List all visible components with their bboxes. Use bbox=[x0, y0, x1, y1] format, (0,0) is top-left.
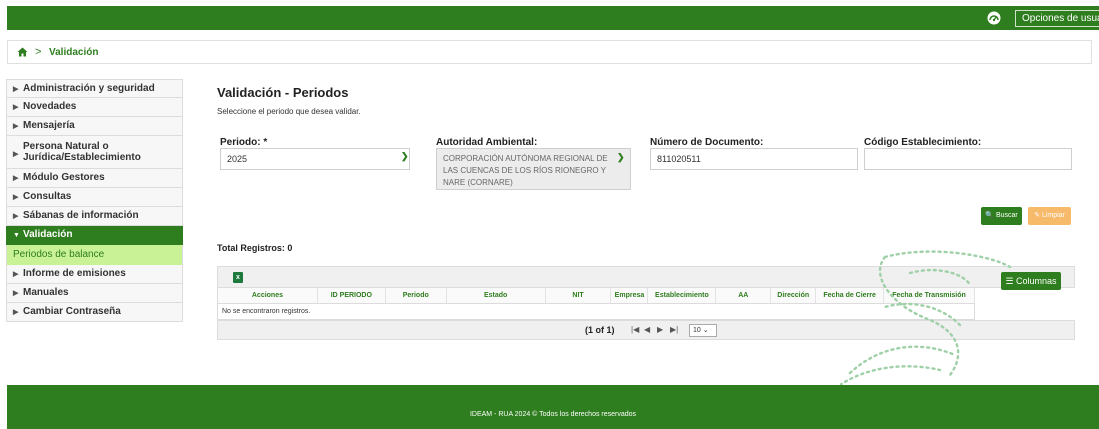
sidebar-item-novedades[interactable]: ▶ Novedades bbox=[6, 98, 183, 117]
page-subtitle: Seleccione el periodo que desea validar. bbox=[217, 107, 361, 116]
sidebar-item-label: Validación bbox=[23, 229, 73, 240]
rows-per-page-select[interactable]: 10 ⌄ bbox=[689, 324, 717, 337]
chevron-right-icon: ▶ bbox=[13, 104, 19, 111]
table-header: Acciones ID PERIODO Periodo Estado NIT E… bbox=[217, 288, 975, 304]
results-table: x Acciones ID PERIODO Periodo Estado NIT… bbox=[217, 266, 1075, 340]
sidebar-item-manuales[interactable]: ▶ Manuales bbox=[6, 284, 183, 303]
excel-export-icon[interactable]: x bbox=[233, 272, 243, 283]
sidebar-item-label: Informe de emisiones bbox=[23, 268, 126, 279]
limpiar-button[interactable]: ✎ Limpiar bbox=[1028, 207, 1071, 225]
sidebar-item-label: Manuales bbox=[23, 287, 69, 298]
sidebar-item-informe[interactable]: ▶ Informe de emisiones bbox=[6, 265, 183, 284]
table-toolbar: x bbox=[217, 266, 1075, 288]
breadcrumb-separator: > bbox=[35, 46, 42, 58]
user-options-button[interactable]: Opciones de usuario ⌄ bbox=[1015, 10, 1099, 27]
prev-page-icon[interactable]: ◀ bbox=[644, 325, 650, 334]
autoridad-select[interactable]: CORPORACIÓN AUTÓNOMA REGIONAL DE LAS CUE… bbox=[436, 148, 631, 190]
chevron-right-icon: ▶ bbox=[13, 213, 19, 220]
first-page-icon[interactable]: |◀ bbox=[631, 325, 639, 334]
chevron-right-icon: ▶ bbox=[13, 271, 19, 278]
sidebar-item-gestores[interactable]: ▶ Módulo Gestores bbox=[6, 169, 183, 188]
chevron-right-icon: ▶ bbox=[13, 194, 19, 201]
chevron-right-icon: ▶ bbox=[13, 123, 19, 130]
autoridad-value: CORPORACIÓN AUTÓNOMA REGIONAL DE LAS CUE… bbox=[443, 154, 608, 187]
chevron-right-icon: ▶ bbox=[13, 151, 19, 158]
col-fecha-cierre[interactable]: Fecha de Cierre bbox=[816, 288, 885, 303]
documento-value: 811020511 bbox=[657, 154, 701, 164]
search-icon: 🔍 bbox=[985, 212, 994, 219]
periodo-select[interactable]: 2025 bbox=[220, 148, 410, 170]
chevron-down-icon: ▼ bbox=[13, 232, 20, 239]
buscar-button[interactable]: 🔍 Buscar bbox=[981, 207, 1022, 225]
periodo-value: 2025 bbox=[227, 154, 248, 164]
sidebar-item-validacion[interactable]: ▼ Validación bbox=[6, 226, 183, 245]
periodo-label: Periodo: * bbox=[220, 137, 268, 148]
sidebar-item-label: Consultas bbox=[23, 191, 72, 202]
sidebar-item-label: Módulo Gestores bbox=[23, 172, 105, 183]
establecimiento-input[interactable] bbox=[864, 148, 1072, 170]
sidebar-item-administracion[interactable]: ▶ Administración y seguridad bbox=[6, 79, 183, 98]
gauge-icon[interactable] bbox=[987, 11, 1001, 25]
chevron-right-icon: ▶ bbox=[13, 290, 19, 297]
sidebar-item-mensajeria[interactable]: ▶ Mensajería bbox=[6, 117, 183, 136]
establecimiento-label: Código Establecimiento: bbox=[864, 137, 982, 148]
sidebar: ▶ Administración y seguridad ▶ Novedades ▶… bbox=[6, 79, 183, 322]
sidebar-item-label: Mensajería bbox=[23, 120, 75, 131]
last-page-icon[interactable]: ▶| bbox=[670, 325, 678, 334]
documento-label: Número de Documento: bbox=[650, 137, 764, 148]
breadcrumb: > Validación bbox=[7, 40, 1092, 64]
chevron-right-icon: ▶ bbox=[13, 309, 19, 316]
table-empty-row: No se encontraron registros. bbox=[217, 304, 975, 320]
autoridad-label: Autoridad Ambiental: bbox=[436, 137, 538, 148]
chevron-down-icon[interactable]: ❯ bbox=[401, 151, 409, 162]
sidebar-item-label: Administración y seguridad bbox=[23, 83, 155, 94]
sidebar-item-label: Persona Natural o Jurídica/Establecimien… bbox=[23, 141, 141, 163]
sidebar-item-label: Sábanas de información bbox=[23, 210, 139, 221]
paginator-info: (1 of 1) bbox=[585, 325, 615, 335]
sidebar-subitem-periodos[interactable]: Periodos de balance bbox=[6, 245, 183, 265]
breadcrumb-current[interactable]: Validación bbox=[49, 47, 98, 58]
col-fecha-transmision[interactable]: Fecha de Transmisión bbox=[884, 288, 975, 303]
limpiar-label: Limpiar bbox=[1041, 212, 1065, 219]
next-page-icon[interactable]: ▶ bbox=[657, 325, 663, 334]
col-id-periodo[interactable]: ID PERIODO bbox=[318, 288, 386, 303]
columnas-label: Columnas bbox=[1016, 276, 1057, 286]
col-aa[interactable]: AA bbox=[716, 288, 772, 303]
columnas-button[interactable]: ☰ Columnas bbox=[1001, 272, 1061, 290]
documento-input[interactable]: 811020511 bbox=[650, 148, 858, 170]
sidebar-item-label: Cambiar Contraseña bbox=[23, 306, 121, 317]
paginator: (1 of 1) |◀ ◀ ▶ ▶| 10 ⌄ bbox=[217, 320, 1075, 340]
col-direccion[interactable]: Dirección bbox=[771, 288, 817, 303]
col-estado[interactable]: Estado bbox=[447, 288, 546, 303]
chevron-right-icon: ▶ bbox=[13, 86, 19, 93]
chevron-down-icon[interactable]: ❯ bbox=[617, 152, 625, 163]
footer-text: IDEAM - RUA 2024 © Todos los derechos re… bbox=[469, 411, 637, 418]
col-establecimiento[interactable]: Establecimiento bbox=[648, 288, 717, 303]
sidebar-item-contrasena[interactable]: ▶ Cambiar Contraseña bbox=[6, 303, 183, 322]
sidebar-item-sabanas[interactable]: ▶ Sábanas de información bbox=[6, 207, 183, 226]
home-icon[interactable] bbox=[17, 47, 28, 57]
footer: IDEAM - RUA 2024 © Todos los derechos re… bbox=[7, 385, 1099, 429]
page-title: Validación - Periodos bbox=[217, 85, 349, 100]
total-records: Total Registros: 0 bbox=[217, 243, 293, 253]
sidebar-item-label: Novedades bbox=[23, 101, 77, 112]
col-acciones[interactable]: Acciones bbox=[218, 288, 318, 303]
chevron-right-icon: ▶ bbox=[13, 175, 19, 182]
col-periodo[interactable]: Periodo bbox=[386, 288, 447, 303]
col-empresa[interactable]: Empresa bbox=[611, 288, 649, 303]
col-nit[interactable]: NIT bbox=[546, 288, 612, 303]
eraser-icon: ✎ bbox=[1034, 212, 1040, 219]
sidebar-item-persona[interactable]: ▶ Persona Natural o Jurídica/Establecimie… bbox=[6, 136, 183, 169]
buscar-label: Buscar bbox=[995, 212, 1018, 219]
list-icon: ☰ bbox=[1005, 276, 1014, 286]
top-bar: Opciones de usuario ⌄ bbox=[7, 6, 1099, 30]
sidebar-item-consultas[interactable]: ▶ Consultas bbox=[6, 188, 183, 207]
